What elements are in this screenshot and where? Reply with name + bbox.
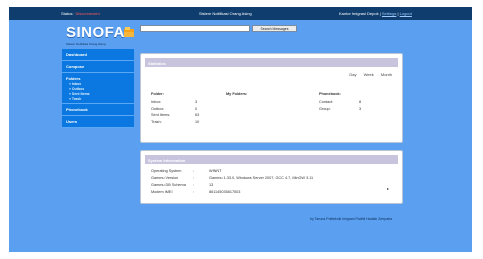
statistics-panel: Statistics Day Week Month Folder: Inbox:…: [140, 53, 403, 143]
inbox-label: Inbox: [71, 82, 82, 86]
sidebar-item-compose[interactable]: Compose: [62, 61, 134, 73]
app-title: Sistem Notifikasi Orang Asing: [199, 11, 252, 16]
info-value: 13: [209, 183, 214, 187]
footer-credit: by Taruna Politeknik Imigrasi Padhil Had…: [310, 217, 393, 221]
trash-label: Trash: [71, 97, 82, 101]
sidebar-item-phonebook[interactable]: Phonebook: [62, 104, 134, 116]
info-row: Gammu Version: Gammu 1.33.0, Windows Serv…: [151, 176, 391, 183]
search-input[interactable]: [140, 25, 250, 32]
info-value: WINNT: [209, 169, 222, 173]
stat-row: Group: 3: [319, 107, 379, 114]
status-value: Disconnected: [75, 11, 100, 16]
messages-heading: Folder:: [151, 92, 164, 96]
outbox-label: Outbox: [71, 87, 85, 91]
info-label: Modem IMEI: [151, 190, 173, 194]
system-information-panel: System Information Operating System: WINN…: [140, 150, 403, 204]
sidebar-item-users[interactable]: Users: [62, 116, 134, 128]
sidebar-item-dashboard[interactable]: Dashboard: [62, 49, 134, 61]
sidebar-item-trash[interactable]: » Trash: [66, 96, 130, 101]
user-menu: Kantor Imigrasi Depok | Settings | Logou…: [339, 11, 412, 16]
period-week[interactable]: Week: [364, 72, 374, 77]
logo-text: SINOFA: [66, 24, 125, 41]
logout-link[interactable]: Logout: [400, 11, 412, 16]
messages-stats: Folder: Inbox: 3 Outbox: 0 Sent Items: 63 T…: [151, 92, 211, 126]
info-colon: :: [193, 190, 195, 194]
my-folders-heading: My Folders:: [226, 92, 248, 96]
info-label: Gammu Version: [151, 176, 179, 180]
status-label: Status:: [61, 11, 74, 16]
logo[interactable]: SINOFA Sistem Notifikasi Orang Asing: [62, 24, 142, 50]
stat-row: Trash: 10: [151, 120, 211, 127]
system-information-title: System Information: [145, 155, 398, 164]
separator: |: [379, 11, 381, 16]
sidebar-item-folders: Folders » Inbox » Outbox » Sent Items » …: [62, 73, 134, 104]
stat-value: 3: [195, 100, 198, 104]
stat-value: 63: [195, 113, 200, 117]
system-information-table: Operating System: WINNT Gammu Version: Gam…: [151, 169, 391, 197]
info-row: Gammu DB Schema: 13: [151, 183, 391, 190]
statistics-title: Statistics: [145, 58, 398, 67]
info-value: 861145035817503: [209, 190, 241, 194]
stat-value: 10: [195, 119, 200, 124]
folder-icon: [124, 27, 134, 37]
period-selector: Day Week Month: [343, 72, 392, 77]
stat-value: 0: [195, 106, 198, 111]
info-colon: :: [193, 169, 195, 173]
stat-label: Trash:: [151, 119, 162, 124]
settings-link[interactable]: Settings: [382, 11, 396, 16]
connection-status: Status: Disconnected: [61, 11, 100, 16]
stat-label: Outbox:: [151, 106, 165, 111]
my-folders-stats: My Folders:: [226, 92, 247, 100]
stat-value: 3: [359, 106, 362, 111]
info-label: Operating System: [151, 169, 182, 173]
info-label: Gammu DB Schema: [151, 183, 186, 187]
period-month[interactable]: Month: [381, 72, 392, 77]
search-bar: Search Messages: [140, 25, 297, 32]
phonebook-heading: Phonebook:: [319, 92, 341, 96]
separator: |: [397, 11, 399, 16]
expand-arrow-icon[interactable]: ▸: [387, 186, 389, 191]
search-messages-button[interactable]: Search Messages: [252, 25, 297, 32]
top-bar: Status: Disconnected Sistem Notifikasi Or…: [9, 7, 472, 20]
info-value: Gammu 1.33.0, Windows Server 2007, GCC 4…: [209, 176, 314, 180]
stat-label: Inbox:: [151, 100, 162, 104]
info-row: Operating System: WINNT: [151, 169, 391, 176]
sidebar: Dashboard Compose Folders » Inbox » Outb…: [62, 49, 134, 128]
info-row: Modem IMEI: 861145035817503: [151, 190, 391, 197]
info-colon: :: [193, 176, 195, 180]
logo-tagline: Sistem Notifikasi Orang Asing: [66, 42, 106, 46]
phonebook-stats: Phonebook: Contact: 8 Group: 3: [319, 92, 379, 113]
stat-value: 8: [359, 100, 362, 104]
folders-label: Folders: [66, 76, 81, 81]
sent-items-label: Sent Items: [71, 92, 90, 96]
office-name: Kantor Imigrasi Depok: [339, 11, 379, 16]
period-day[interactable]: Day: [349, 72, 356, 77]
stat-label: Sent Items:: [151, 113, 171, 117]
stat-label: Group:: [319, 106, 331, 111]
stat-label: Contact:: [319, 100, 334, 104]
info-colon: :: [193, 183, 195, 187]
